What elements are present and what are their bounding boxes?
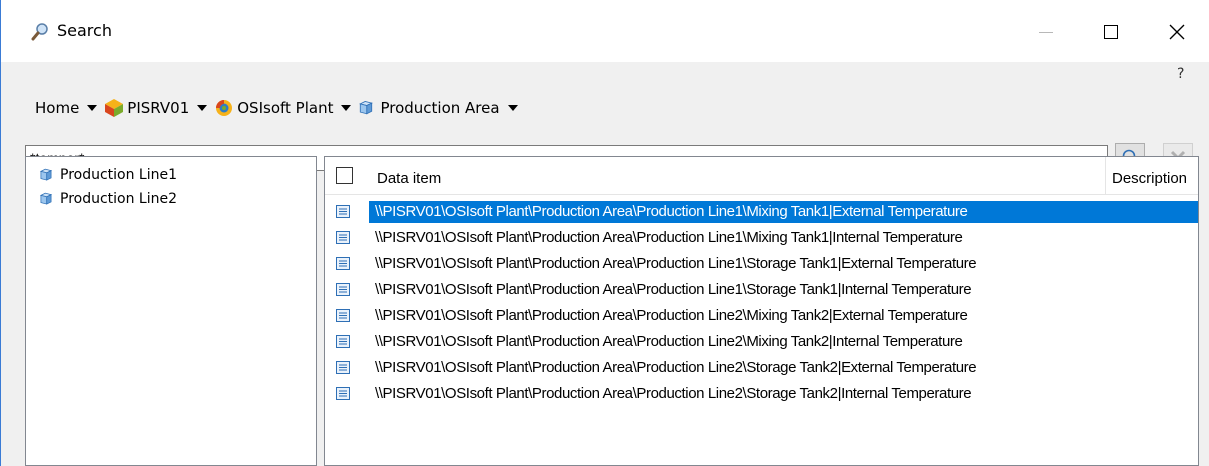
attribute-icon bbox=[336, 231, 350, 244]
database-icon bbox=[216, 100, 233, 116]
list-item[interactable]: \\PISRV01\OSIsoft Plant\Production Area\… bbox=[325, 251, 1198, 277]
list-item-path: \\PISRV01\OSIsoft Plant\Production Area\… bbox=[375, 333, 963, 350]
breadcrumb-element[interactable]: Production Area bbox=[357, 99, 500, 117]
server-icon bbox=[105, 99, 124, 117]
select-all-checkbox[interactable] bbox=[336, 167, 353, 184]
results-list[interactable]: Data item Description \\PISRV01\OSIsoft … bbox=[324, 156, 1199, 466]
list-item[interactable]: \\PISRV01\OSIsoft Plant\Production Area\… bbox=[325, 355, 1198, 381]
attribute-icon bbox=[336, 205, 350, 218]
list-item-path: \\PISRV01\OSIsoft Plant\Production Area\… bbox=[375, 281, 972, 298]
breadcrumb-database[interactable]: OSIsoft Plant bbox=[213, 97, 333, 119]
breadcrumb-label: OSIsoft Plant bbox=[237, 99, 334, 117]
chevron-down-icon[interactable] bbox=[87, 105, 98, 111]
column-divider[interactable] bbox=[1105, 157, 1106, 195]
help-button[interactable]: ? bbox=[1177, 66, 1184, 82]
attribute-icon bbox=[336, 257, 350, 270]
chevron-down-icon[interactable] bbox=[197, 105, 208, 111]
list-item-path: \\PISRV01\OSIsoft Plant\Production Area\… bbox=[369, 201, 1198, 223]
list-header: Data item Description bbox=[325, 157, 1198, 195]
minimize-icon bbox=[1039, 31, 1053, 33]
attribute-icon bbox=[336, 309, 350, 322]
element-icon bbox=[359, 101, 374, 115]
element-icon bbox=[39, 168, 53, 181]
minimize-button[interactable] bbox=[1023, 14, 1069, 50]
attribute-icon bbox=[336, 387, 350, 400]
list-item-path: \\PISRV01\OSIsoft Plant\Production Area\… bbox=[375, 307, 968, 324]
search-window: Search ? Home PISRV01 OSIsoft Plant Prod… bbox=[0, 0, 1209, 466]
close-icon bbox=[1169, 24, 1185, 40]
tree-item-label: Production Line2 bbox=[60, 191, 178, 207]
tree-item[interactable]: Production Line1 bbox=[38, 165, 177, 185]
column-header-description[interactable]: Description bbox=[1112, 170, 1187, 187]
tree-item-label: Production Line1 bbox=[60, 167, 178, 183]
tree-item[interactable]: Production Line2 bbox=[38, 189, 177, 209]
list-item-path: \\PISRV01\OSIsoft Plant\Production Area\… bbox=[375, 255, 977, 272]
breadcrumb-label: PISRV01 bbox=[127, 99, 190, 117]
list-item[interactable]: \\PISRV01\OSIsoft Plant\Production Area\… bbox=[325, 381, 1198, 407]
maximize-icon bbox=[1104, 25, 1118, 39]
list-item-path: \\PISRV01\OSIsoft Plant\Production Area\… bbox=[375, 229, 963, 246]
list-item[interactable]: \\PISRV01\OSIsoft Plant\Production Area\… bbox=[325, 277, 1198, 303]
maximize-button[interactable] bbox=[1088, 14, 1134, 50]
breadcrumb-label: Home bbox=[35, 99, 80, 117]
attribute-icon bbox=[336, 361, 350, 374]
column-header-data-item[interactable]: Data item bbox=[377, 170, 441, 187]
list-item-path: \\PISRV01\OSIsoft Plant\Production Area\… bbox=[375, 359, 977, 376]
element-tree[interactable]: Production Line1 Production Line2 bbox=[25, 156, 317, 466]
attribute-icon bbox=[336, 335, 350, 348]
list-item[interactable]: \\PISRV01\OSIsoft Plant\Production Area\… bbox=[325, 303, 1198, 329]
title-bar: Search bbox=[1, 0, 1209, 62]
list-item[interactable]: \\PISRV01\OSIsoft Plant\Production Area\… bbox=[325, 199, 1198, 225]
chevron-down-icon[interactable] bbox=[341, 105, 352, 111]
close-button[interactable] bbox=[1154, 14, 1200, 50]
breadcrumb-home[interactable]: Home bbox=[35, 99, 79, 117]
breadcrumb: Home PISRV01 OSIsoft Plant Production Ar… bbox=[35, 97, 524, 119]
attribute-icon bbox=[336, 283, 350, 296]
search-icon bbox=[31, 23, 48, 41]
list-item-path: \\PISRV01\OSIsoft Plant\Production Area\… bbox=[375, 385, 972, 402]
breadcrumb-label: Production Area bbox=[380, 99, 500, 117]
list-item[interactable]: \\PISRV01\OSIsoft Plant\Production Area\… bbox=[325, 225, 1198, 251]
breadcrumb-server[interactable]: PISRV01 bbox=[103, 97, 189, 119]
list-item[interactable]: \\PISRV01\OSIsoft Plant\Production Area\… bbox=[325, 329, 1198, 355]
element-icon bbox=[39, 192, 53, 205]
chevron-down-icon[interactable] bbox=[507, 105, 518, 111]
window-title: Search bbox=[57, 21, 112, 40]
